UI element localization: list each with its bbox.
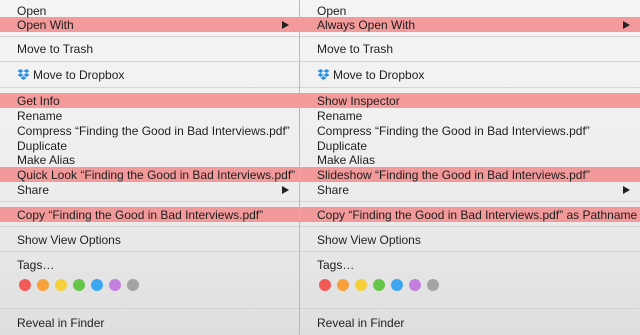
- menu-item-always-open-with[interactable]: Always Open With: [300, 18, 640, 32]
- menu-item-open[interactable]: Open: [0, 4, 299, 18]
- menu-item-move-to-dropbox-label: Move to Dropbox: [33, 68, 125, 82]
- separator: [0, 251, 299, 252]
- menu-item-duplicate[interactable]: Duplicate: [0, 139, 299, 153]
- menu-item-duplicate[interactable]: Duplicate: [300, 139, 640, 153]
- tag-green[interactable]: [373, 279, 385, 291]
- menu-item-make-alias[interactable]: Make Alias: [0, 153, 299, 167]
- separator: [0, 36, 299, 37]
- separator: [300, 201, 640, 202]
- tag-purple[interactable]: [409, 279, 421, 291]
- menu-item-share-label: Share: [17, 183, 50, 197]
- menu-item-copy-as-pathname[interactable]: Copy “Finding the Good in Bad Interviews…: [300, 208, 640, 222]
- tag-blue[interactable]: [91, 279, 103, 291]
- separator: [300, 36, 640, 37]
- menu-item-slideshow[interactable]: Slideshow “Finding the Good in Bad Inter…: [300, 168, 640, 182]
- menu-item-compress[interactable]: Compress “Finding the Good in Bad Interv…: [300, 124, 640, 138]
- tag-yellow[interactable]: [355, 279, 367, 291]
- menu-item-share[interactable]: Share: [0, 183, 299, 197]
- menu-item-move-to-dropbox-label: Move to Dropbox: [333, 68, 425, 82]
- separator: [0, 61, 299, 62]
- tag-orange[interactable]: [337, 279, 349, 291]
- separator: [0, 201, 299, 202]
- dropbox-icon: [317, 68, 330, 80]
- tag-gray[interactable]: [127, 279, 139, 291]
- menu-item-move-to-dropbox[interactable]: Move to Dropbox: [300, 68, 640, 82]
- separator: [0, 308, 299, 309]
- menu-item-copy[interactable]: Copy “Finding the Good in Bad Interviews…: [0, 208, 299, 222]
- left-context-menu: Open Open With Move to Trash Move to Dro…: [0, 0, 299, 335]
- menu-item-show-view-options[interactable]: Show View Options: [300, 233, 640, 247]
- menu-item-tags[interactable]: Tags…: [0, 258, 299, 272]
- menu-item-move-to-trash[interactable]: Move to Trash: [0, 42, 299, 56]
- submenu-arrow-icon: [282, 186, 289, 194]
- submenu-arrow-icon: [623, 186, 630, 194]
- menu-item-open[interactable]: Open: [300, 4, 640, 18]
- separator: [300, 308, 640, 309]
- menu-item-tags[interactable]: Tags…: [300, 258, 640, 272]
- menu-item-move-to-trash[interactable]: Move to Trash: [300, 42, 640, 56]
- menu-item-quick-look[interactable]: Quick Look “Finding the Good in Bad Inte…: [0, 168, 299, 182]
- menu-item-show-view-options[interactable]: Show View Options: [0, 233, 299, 247]
- menu-item-reveal-in-finder[interactable]: Reveal in Finder: [0, 316, 299, 330]
- tag-red[interactable]: [319, 279, 331, 291]
- tag-purple[interactable]: [109, 279, 121, 291]
- separator: [300, 251, 640, 252]
- tag-orange[interactable]: [37, 279, 49, 291]
- tag-color-row: [319, 279, 439, 291]
- menu-item-open-with[interactable]: Open With: [0, 18, 299, 32]
- tag-red[interactable]: [19, 279, 31, 291]
- menu-item-move-to-dropbox[interactable]: Move to Dropbox: [0, 68, 299, 82]
- menu-item-compress[interactable]: Compress “Finding the Good in Bad Interv…: [0, 124, 299, 138]
- separator: [0, 87, 299, 88]
- tag-blue[interactable]: [391, 279, 403, 291]
- menu-item-share-label: Share: [317, 183, 350, 197]
- separator: [300, 61, 640, 62]
- menu-item-make-alias[interactable]: Make Alias: [300, 153, 640, 167]
- dropbox-icon: [17, 68, 30, 80]
- menu-item-share[interactable]: Share: [300, 183, 640, 197]
- tag-gray[interactable]: [427, 279, 439, 291]
- menu-item-rename[interactable]: Rename: [300, 109, 640, 123]
- separator: [0, 226, 299, 227]
- right-context-menu: Open Always Open With Move to Trash Move…: [300, 0, 640, 335]
- menu-item-reveal-in-finder[interactable]: Reveal in Finder: [300, 316, 640, 330]
- submenu-arrow-icon: [623, 21, 630, 29]
- menu-item-rename[interactable]: Rename: [0, 109, 299, 123]
- tag-color-row: [19, 279, 139, 291]
- submenu-arrow-icon: [282, 21, 289, 29]
- separator: [300, 87, 640, 88]
- tag-yellow[interactable]: [55, 279, 67, 291]
- menu-item-get-info[interactable]: Get Info: [0, 94, 299, 108]
- tag-green[interactable]: [73, 279, 85, 291]
- menu-item-always-open-with-label: Always Open With: [317, 18, 416, 32]
- separator: [300, 226, 640, 227]
- menu-item-open-with-label: Open With: [17, 18, 74, 32]
- menu-item-show-inspector[interactable]: Show Inspector: [300, 94, 640, 108]
